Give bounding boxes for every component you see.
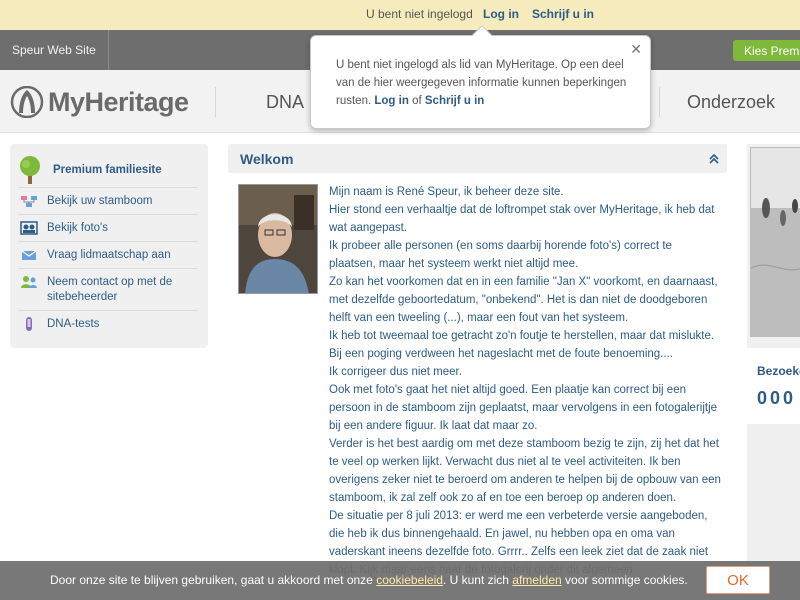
sidebar-item-photos[interactable]: Bekijk foto's [18, 215, 198, 242]
cookie-ok-button[interactable]: OK [706, 566, 770, 594]
welcome-paragraph: Verder is het best aardig om met deze st… [329, 438, 721, 504]
myheritage-logo-icon [10, 86, 44, 118]
sidebar-item-label: Bekijk foto's [47, 222, 108, 234]
sidebar-item-label: Neem contact op met de sitebeheerder [47, 276, 173, 303]
login-status: U bent niet ingelogd [366, 7, 473, 21]
welcome-paragraph: Zo kan het voorkomen dat en in een famil… [329, 276, 718, 324]
family-tree-icon [21, 196, 37, 207]
cookie-policy-link[interactable]: cookiebeleid [376, 573, 443, 587]
sidebar-item-family-tree[interactable]: Bekijk uw stamboom [18, 188, 198, 215]
sidebar-item-label: DNA-tests [47, 318, 100, 330]
welcome-paragraph: Ik heb tot tweemaal toe getracht zo'n fo… [329, 330, 715, 360]
nav-divider [215, 87, 216, 117]
visitors-count: 000 [757, 388, 797, 408]
cookie-optout-link[interactable]: afmelden [512, 573, 561, 587]
sidebar-title: Premium familiesite [53, 163, 162, 176]
tree-icon [20, 155, 40, 184]
sidebar-item-membership[interactable]: Vraag lidmaatschap aan [18, 242, 198, 269]
photos-icon [20, 221, 38, 235]
top-login-bar: U bent niet ingelogd Log in Schrijf u in [0, 0, 800, 30]
welcome-header: Welkom [228, 144, 727, 173]
collapse-icon[interactable] [709, 153, 719, 165]
nav-research[interactable]: Onderzoek [687, 92, 775, 113]
welcome-title: Welkom [240, 151, 294, 167]
tooltip-signup-link[interactable]: Schrijf u in [425, 95, 484, 107]
owner-photo-image [239, 185, 317, 293]
site-name-link[interactable]: Speur Web Site [0, 30, 109, 70]
family-photo-image [751, 148, 800, 336]
welcome-paragraph: Ook met foto's gaat het niet altijd goed… [329, 384, 718, 432]
nav-dna[interactable]: DNA [266, 92, 304, 113]
tooltip-or: of [412, 95, 422, 107]
dna-tube-icon [26, 317, 32, 331]
welcome-paragraph: Ik probeer alle personen (en soms daarbi… [329, 240, 672, 270]
right-column: Bezoekers 000 [747, 144, 800, 600]
sidebar-header: Premium familiesite [18, 152, 198, 188]
cookie-text: Door onze site te blijven gebruiken, gaa… [50, 573, 373, 587]
welcome-text: Mijn naam is René Speur, ik beheer deze … [329, 183, 721, 579]
welcome-paragraph: Ik corrigeer dus niet meer. [329, 366, 462, 378]
sidebar-item-contact[interactable]: Neem contact op met de sitebeheerder [18, 269, 198, 311]
cookie-text: voor sommige cookies. [565, 573, 688, 587]
cookie-text: . U kunt zich [442, 573, 509, 587]
welcome-paragraph: Hier stond een verhaaltje dat de loftrom… [329, 204, 715, 234]
close-icon[interactable]: ✕ [630, 40, 642, 58]
nav-divider [659, 87, 660, 117]
tooltip-login-link[interactable]: Log in [374, 95, 409, 107]
visitors-label: Bezoekers [757, 364, 800, 378]
premium-button[interactable]: Kies Premium [733, 40, 800, 61]
family-photo[interactable] [750, 147, 800, 337]
login-tooltip: ✕ U bent niet ingelogd als lid van MyHer… [310, 25, 651, 129]
envelope-icon [21, 250, 37, 260]
visitors-box: Bezoekers 000 [747, 348, 800, 424]
cookie-banner: Door onze site te blijven gebruiken, gaa… [0, 561, 800, 600]
users-icon [21, 276, 37, 288]
sidebar: Premium familiesite Bekijk uw stamboom B… [10, 144, 208, 348]
welcome-paragraph: Mijn naam is René Speur, ik beheer deze … [329, 186, 564, 198]
sidebar-item-dna-tests[interactable]: DNA-tests [18, 311, 198, 337]
logo-text: MyHeritage [48, 86, 189, 117]
sidebar-item-label: Bekijk uw stamboom [47, 195, 153, 207]
sidebar-item-label: Vraag lidmaatschap aan [47, 249, 171, 261]
signup-link[interactable]: Schrijf u in [532, 7, 594, 21]
login-link[interactable]: Log in [483, 7, 519, 21]
cookie-message: Door onze site te blijven gebruiken, gaa… [50, 573, 688, 587]
owner-photo [238, 184, 318, 294]
myheritage-logo[interactable]: MyHeritage [10, 86, 189, 118]
welcome-section: Welkom Mijn naam is René Speur, ik behee… [228, 144, 727, 576]
